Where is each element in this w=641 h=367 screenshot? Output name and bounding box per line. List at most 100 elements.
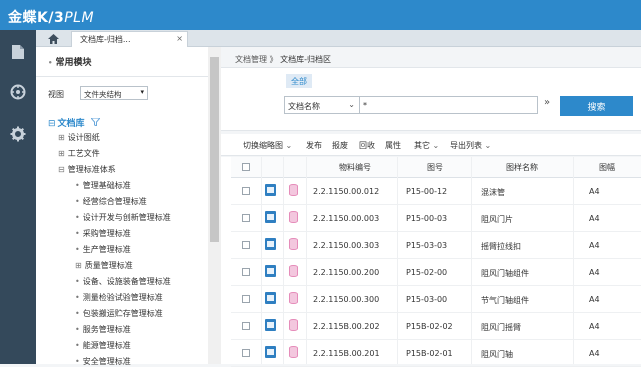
view-select[interactable]: 文件夹结构 ▾ <box>80 86 148 100</box>
row-checkbox[interactable] <box>242 322 250 330</box>
cell-material: 2.2.1150.00.300 <box>313 295 380 304</box>
close-tab-icon[interactable]: × <box>176 34 183 43</box>
expand-advanced-icon[interactable]: » <box>544 97 550 108</box>
tree-item[interactable]: • 管理基础标准 <box>75 180 131 191</box>
filter-icon[interactable] <box>88 117 101 129</box>
table-row[interactable]: 2.2.1150.00.300 P15-03-00 节气门轴组件 A4 <box>231 286 641 313</box>
document-type-icon[interactable] <box>265 319 276 331</box>
tree-item[interactable]: ⊞ 质量管理标准 <box>75 260 133 271</box>
tab-document-archive[interactable]: 文档库-归档... × <box>71 31 188 47</box>
database-icon[interactable] <box>289 265 298 277</box>
tree-item[interactable]: • 经营综合管理标准 <box>75 196 147 207</box>
document-icon[interactable] <box>0 32 36 72</box>
database-icon[interactable] <box>289 184 298 196</box>
tree-item[interactable]: • 测量检验试验管理标准 <box>75 292 163 303</box>
column-divider <box>397 157 398 364</box>
column-header[interactable]: 物料编号 <box>339 162 371 173</box>
table-row[interactable]: 2.2.115B.00.202 P15B-02-02 阻风门摇臂 A4 <box>231 313 641 340</box>
tree-item[interactable]: • 安全管理标准 <box>75 356 131 367</box>
toolbar-button[interactable]: 其它 ⌄ <box>414 140 439 151</box>
column-header[interactable]: 图样名称 <box>506 162 538 173</box>
tree-item-label: 采购管理标准 <box>82 229 131 238</box>
table-row[interactable]: 2.2.115B.00.201 P15B-02-01 阻风门轴 A4 <box>231 340 641 367</box>
bullet-icon: • <box>48 59 53 67</box>
row-checkbox[interactable] <box>242 268 250 276</box>
expand-icon[interactable]: ⊞ <box>58 149 65 158</box>
document-type-icon[interactable] <box>265 265 276 277</box>
tree-item-label: 设计图纸 <box>67 133 100 142</box>
search-button[interactable]: 搜索 <box>560 96 633 116</box>
tree-item[interactable]: ⊟ 管理标准体系 <box>58 164 116 175</box>
search-input[interactable]: * <box>360 96 538 114</box>
document-type-icon[interactable] <box>265 211 276 223</box>
tab-bar: 文档库-归档... × <box>36 30 641 47</box>
tree-root[interactable]: ⊟ 文档库 <box>48 116 101 129</box>
cell-size: A4 <box>589 349 600 358</box>
tree-item[interactable]: • 采购管理标准 <box>75 228 131 239</box>
chevron-down-icon: ⌄ <box>482 141 492 150</box>
bullet-icon: • <box>75 277 80 286</box>
view-label: 视图 <box>48 90 64 99</box>
bullet-icon: • <box>75 293 80 302</box>
filter-all-tag[interactable]: 全部 <box>286 74 312 88</box>
common-modules-header[interactable]: • 常用模块 <box>48 55 92 68</box>
gear-icon[interactable] <box>0 114 36 154</box>
scrollbar-thumb[interactable] <box>210 57 219 242</box>
row-checkbox[interactable] <box>242 241 250 249</box>
database-icon[interactable] <box>289 211 298 223</box>
table-row[interactable]: 2.2.1150.00.003 P15-00-03 阻风门片 A4 <box>231 205 641 232</box>
column-header[interactable]: 图号 <box>427 162 443 173</box>
tree-item[interactable]: • 服务管理标准 <box>75 324 131 335</box>
tree-item[interactable]: • 设备、设施装备管理标准 <box>75 276 171 287</box>
document-type-icon[interactable] <box>265 346 276 358</box>
home-tab[interactable] <box>36 30 70 47</box>
expand-icon[interactable]: ⊞ <box>58 133 65 142</box>
breadcrumb-current: 文档库-归档区 <box>280 55 331 64</box>
bullet-icon: • <box>75 341 80 350</box>
tree-item-label: 工艺文件 <box>67 149 100 158</box>
toolbar-button[interactable]: 属性 <box>385 140 401 151</box>
view-row: 视图 文件夹结构 ▾ <box>48 86 148 100</box>
tree-item[interactable]: ⊞ 工艺文件 <box>58 148 100 159</box>
tree-item[interactable]: ⊞ 设计图纸 <box>58 132 100 143</box>
toolbar-button[interactable]: 切换缩略图 ⌄ <box>243 140 292 151</box>
tree-item[interactable]: • 能源管理标准 <box>75 340 131 351</box>
collapse-icon[interactable]: ⊟ <box>58 165 65 174</box>
document-type-icon[interactable] <box>265 238 276 250</box>
database-icon[interactable] <box>289 346 298 358</box>
select-all-checkbox[interactable] <box>242 163 250 171</box>
toolbar-button[interactable]: 报废 <box>332 140 348 151</box>
table-row[interactable]: 2.2.1150.00.012 P15-00-12 混沫管 A4 <box>231 178 641 205</box>
row-checkbox[interactable] <box>242 214 250 222</box>
tree-item-label: 质量管理标准 <box>84 261 133 270</box>
bullet-icon: • <box>75 229 80 238</box>
document-type-icon[interactable] <box>265 184 276 196</box>
row-checkbox[interactable] <box>242 187 250 195</box>
expand-icon[interactable]: ⊞ <box>75 261 82 270</box>
document-type-icon[interactable] <box>265 292 276 304</box>
home-icon <box>47 33 59 44</box>
column-header[interactable]: 图幅 <box>599 162 615 173</box>
database-icon[interactable] <box>289 238 298 250</box>
bullet-icon: • <box>75 325 80 334</box>
table-row[interactable]: 2.2.1150.00.200 P15-02-00 阻风门轴组件 A4 <box>231 259 641 286</box>
toolbar-button[interactable]: 导出列表 ⌄ <box>450 140 491 151</box>
row-checkbox[interactable] <box>242 349 250 357</box>
tree-item[interactable]: • 包装搬运贮存管理标准 <box>75 308 163 319</box>
document-table: 物料编号 图号 图样名称 图幅 2.2.1150.00.012 P15-00-12… <box>221 157 641 367</box>
database-icon[interactable] <box>289 292 298 304</box>
toolbar-button[interactable]: 回收 <box>359 140 375 151</box>
tree-item-label: 设备、设施装备管理标准 <box>82 277 171 286</box>
sidebar-scrollbar[interactable] <box>208 47 221 364</box>
tree-item[interactable]: • 生产管理标准 <box>75 244 131 255</box>
cell-name: 阻风门轴 <box>481 350 513 359</box>
breadcrumb-root[interactable]: 文档管理 <box>235 55 267 64</box>
search-field-select[interactable]: 文档名称 ⌄ <box>284 96 360 114</box>
top-bar: 金蝶K/3PLM <box>0 0 641 30</box>
toolbar-button[interactable]: 发布 <box>306 140 322 151</box>
compass-icon[interactable] <box>0 72 36 112</box>
table-row[interactable]: 2.2.1150.00.303 P15-03-03 摇臂拉线扣 A4 <box>231 232 641 259</box>
tree-item[interactable]: • 设计开发与创新管理标准 <box>75 212 171 223</box>
database-icon[interactable] <box>289 319 298 331</box>
row-checkbox[interactable] <box>242 295 250 303</box>
